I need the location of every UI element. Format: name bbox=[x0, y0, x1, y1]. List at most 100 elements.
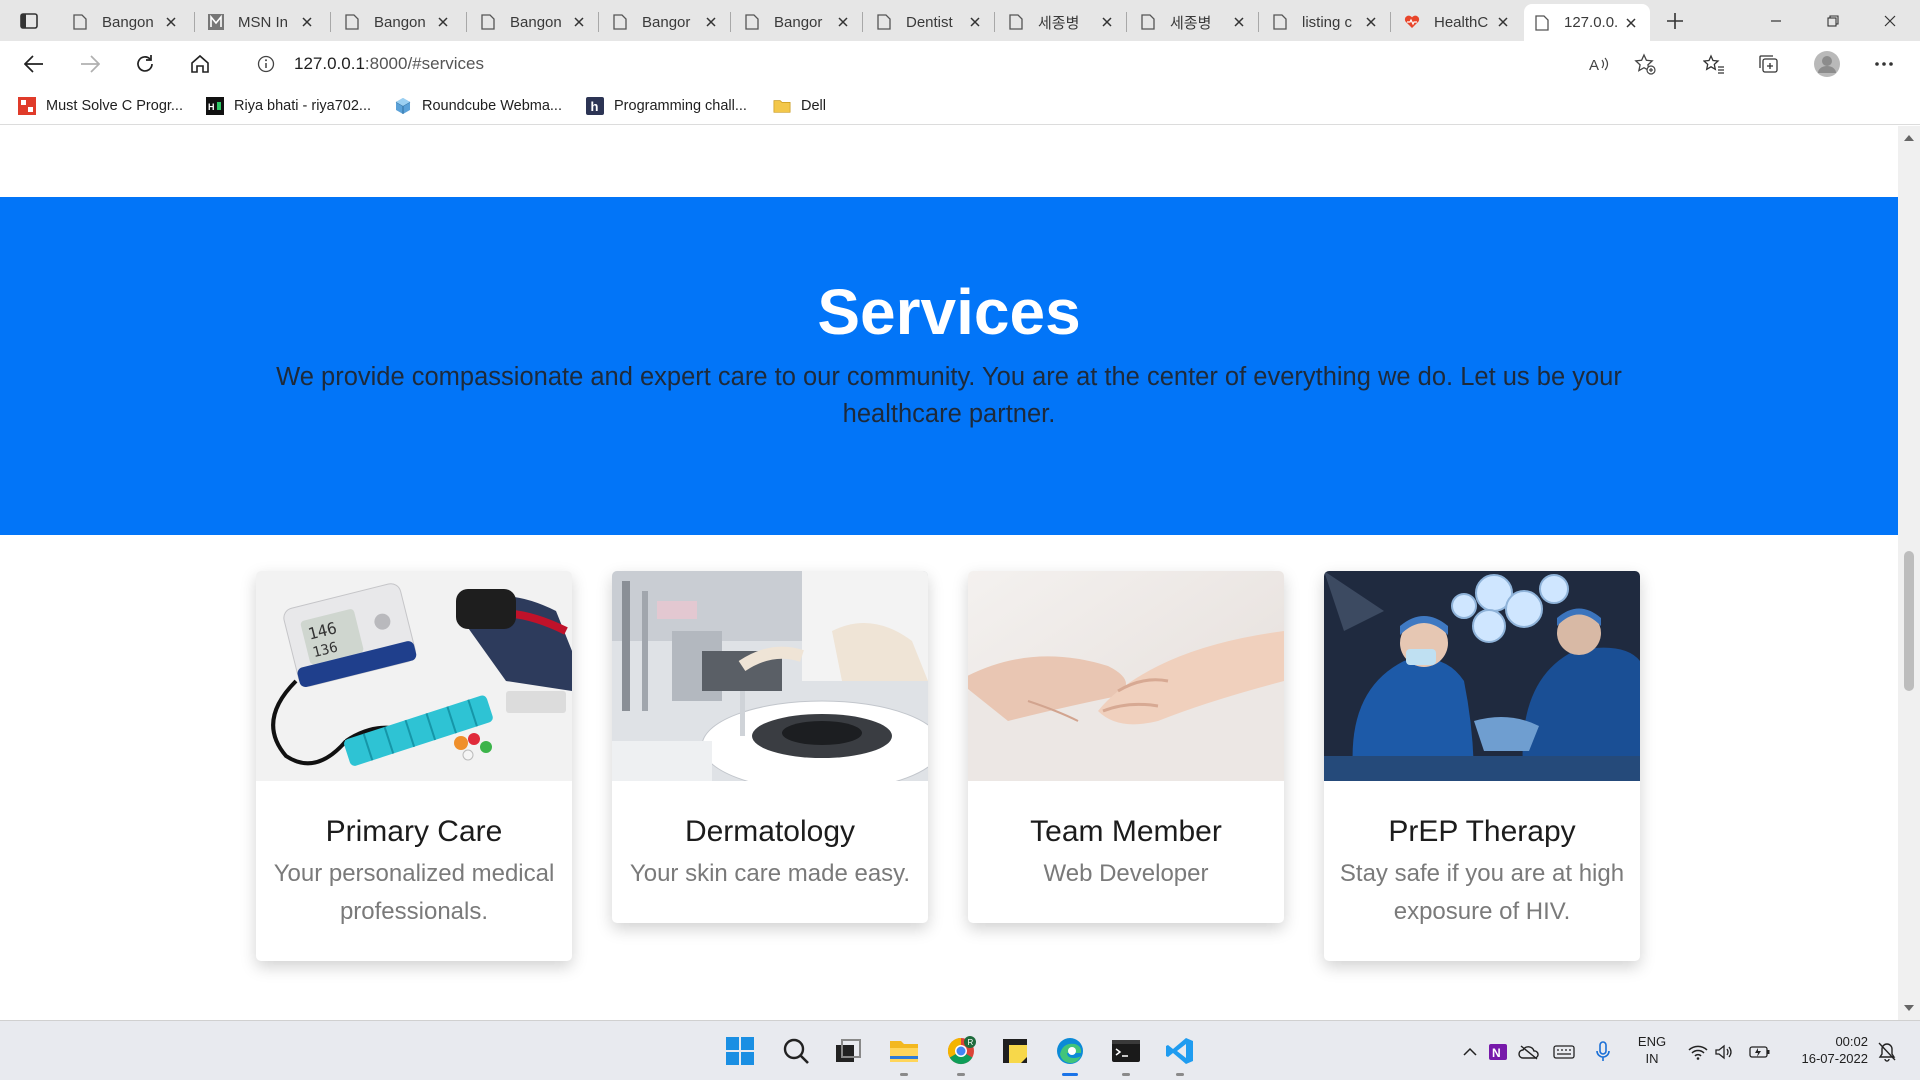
tab-2[interactable]: MSN In bbox=[198, 6, 326, 38]
collections-button[interactable] bbox=[1751, 48, 1787, 80]
clock[interactable]: 00:02 16-07-2022 bbox=[1782, 1033, 1869, 1067]
language-indicator[interactable]: ENG IN bbox=[1632, 1033, 1672, 1067]
collections-icon bbox=[1759, 55, 1778, 73]
tab-10[interactable]: listing c bbox=[1262, 6, 1390, 38]
sticky-notes-button[interactable] bbox=[997, 1033, 1033, 1069]
refresh-button[interactable] bbox=[127, 48, 163, 80]
microphone-icon[interactable] bbox=[1592, 1041, 1614, 1063]
restore-icon bbox=[1827, 14, 1839, 27]
page-viewport: Services We provide compassionate and ex… bbox=[0, 126, 1898, 1020]
scroll-down-arrow-icon[interactable] bbox=[1902, 1002, 1916, 1014]
tab-8[interactable]: 세종병 bbox=[998, 6, 1126, 38]
read-aloud-icon[interactable]: A bbox=[1584, 49, 1614, 79]
close-icon[interactable] bbox=[1098, 13, 1116, 31]
close-icon[interactable] bbox=[162, 13, 180, 31]
onenote-tray-icon[interactable]: N bbox=[1487, 1041, 1509, 1063]
close-icon[interactable] bbox=[1494, 13, 1512, 31]
bookmark-3[interactable]: Roundcube Webma... bbox=[394, 95, 562, 117]
address-bar[interactable]: 127.0.0.1:8000/#services A bbox=[236, 45, 1680, 83]
start-button[interactable] bbox=[722, 1033, 758, 1069]
bookmark-1[interactable]: Must Solve C Progr... bbox=[18, 95, 183, 117]
add-favorite-icon[interactable] bbox=[1630, 49, 1660, 79]
vscode-button[interactable] bbox=[1162, 1033, 1198, 1069]
bookmark-2[interactable]: H Riya bhati - riya702... bbox=[206, 95, 371, 117]
tab-label: Bangon bbox=[102, 13, 154, 31]
close-icon[interactable] bbox=[966, 13, 984, 31]
windows-logo-icon bbox=[726, 1037, 754, 1065]
service-card-team-member[interactable]: Team Member Web Developer bbox=[968, 571, 1284, 923]
page-icon bbox=[876, 14, 892, 30]
notifications-icon[interactable] bbox=[1876, 1041, 1898, 1063]
close-icon[interactable] bbox=[1362, 13, 1380, 31]
close-icon[interactable] bbox=[702, 13, 720, 31]
h-logo-icon: h bbox=[586, 97, 604, 115]
language-code: ENG bbox=[1637, 1034, 1667, 1049]
heart-icon bbox=[1404, 14, 1420, 30]
page-icon bbox=[1008, 14, 1024, 30]
page-icon bbox=[744, 14, 760, 30]
info-icon[interactable] bbox=[256, 54, 276, 74]
bookmark-folder-dell[interactable]: Dell bbox=[773, 95, 826, 117]
service-card-dermatology[interactable]: Dermatology Your skin care made easy. bbox=[612, 571, 928, 923]
wifi-icon[interactable] bbox=[1687, 1041, 1709, 1063]
new-tab-button[interactable] bbox=[1660, 7, 1690, 35]
touch-keyboard-icon[interactable] bbox=[1553, 1041, 1575, 1063]
url-path: :8000/#services bbox=[364, 54, 484, 73]
close-icon[interactable] bbox=[834, 13, 852, 31]
tab-label: 세종병 bbox=[1038, 14, 1080, 32]
edge-button[interactable] bbox=[1052, 1033, 1088, 1069]
page-scrollbar[interactable] bbox=[1898, 126, 1920, 1020]
onedrive-offline-icon[interactable] bbox=[1518, 1041, 1540, 1063]
tab-9[interactable]: 세종병 bbox=[1130, 6, 1258, 38]
avatar-icon bbox=[1814, 51, 1840, 77]
tab-3[interactable]: Bangon bbox=[334, 6, 462, 38]
forward-button[interactable] bbox=[72, 48, 108, 80]
region-code: IN bbox=[1645, 1051, 1659, 1066]
url-host: 127.0.0.1 bbox=[294, 54, 365, 73]
tab-6[interactable]: Bangor bbox=[734, 6, 862, 38]
close-icon[interactable] bbox=[1622, 14, 1640, 32]
show-hidden-icons-button[interactable] bbox=[1459, 1041, 1481, 1063]
tab-actions-menu-button[interactable] bbox=[12, 7, 46, 35]
section-title: Services bbox=[817, 276, 1081, 348]
svg-text:R: R bbox=[968, 1038, 974, 1047]
favorites-icon bbox=[1703, 54, 1724, 74]
scrollbar-thumb[interactable] bbox=[1904, 551, 1914, 691]
chrome-button[interactable]: R bbox=[943, 1033, 979, 1069]
close-icon[interactable] bbox=[298, 13, 316, 31]
volume-icon[interactable] bbox=[1713, 1041, 1735, 1063]
scroll-up-arrow-icon[interactable] bbox=[1902, 132, 1916, 144]
tab-label: MSN In bbox=[238, 13, 289, 31]
service-card-primary-care[interactable]: 146 136 Primary Care Your personalized m… bbox=[256, 571, 572, 961]
favorites-button[interactable] bbox=[1696, 48, 1732, 80]
tab-7[interactable]: Dentist bbox=[866, 6, 994, 38]
back-button[interactable] bbox=[16, 48, 52, 80]
close-icon[interactable] bbox=[570, 13, 588, 31]
vscode-icon bbox=[1166, 1038, 1193, 1064]
tab-5[interactable]: Bangor bbox=[602, 6, 730, 38]
battery-icon[interactable] bbox=[1749, 1041, 1771, 1063]
minimize-button[interactable] bbox=[1748, 0, 1804, 41]
services-hero: Services We provide compassionate and ex… bbox=[0, 197, 1898, 535]
home-button[interactable] bbox=[182, 48, 218, 80]
tab-4[interactable]: Bangon bbox=[470, 6, 598, 38]
search-button[interactable] bbox=[778, 1033, 814, 1069]
file-explorer-button[interactable] bbox=[886, 1033, 922, 1069]
browser-toolbar: 127.0.0.1:8000/#services A bbox=[0, 41, 1920, 87]
page-icon bbox=[344, 14, 360, 30]
terminal-button[interactable] bbox=[1108, 1033, 1144, 1069]
tab-1[interactable]: Bangon bbox=[62, 6, 190, 38]
settings-menu-button[interactable] bbox=[1866, 48, 1902, 80]
close-icon[interactable] bbox=[1230, 13, 1248, 31]
close-icon[interactable] bbox=[434, 13, 452, 31]
restore-button[interactable] bbox=[1805, 0, 1861, 41]
task-view-button[interactable] bbox=[830, 1033, 866, 1069]
close-window-button[interactable] bbox=[1862, 0, 1918, 41]
service-card-prep-therapy[interactable]: PrEP Therapy Stay safe if you are at hig… bbox=[1324, 571, 1640, 961]
svg-text:H: H bbox=[208, 102, 215, 112]
tab-12-active[interactable]: 127.0.0. bbox=[1524, 4, 1650, 41]
profile-button[interactable] bbox=[1809, 48, 1845, 80]
svg-text:A: A bbox=[1589, 57, 1599, 73]
tab-11[interactable]: HealthC bbox=[1394, 6, 1522, 38]
bookmark-4[interactable]: h Programming chall... bbox=[586, 95, 747, 117]
